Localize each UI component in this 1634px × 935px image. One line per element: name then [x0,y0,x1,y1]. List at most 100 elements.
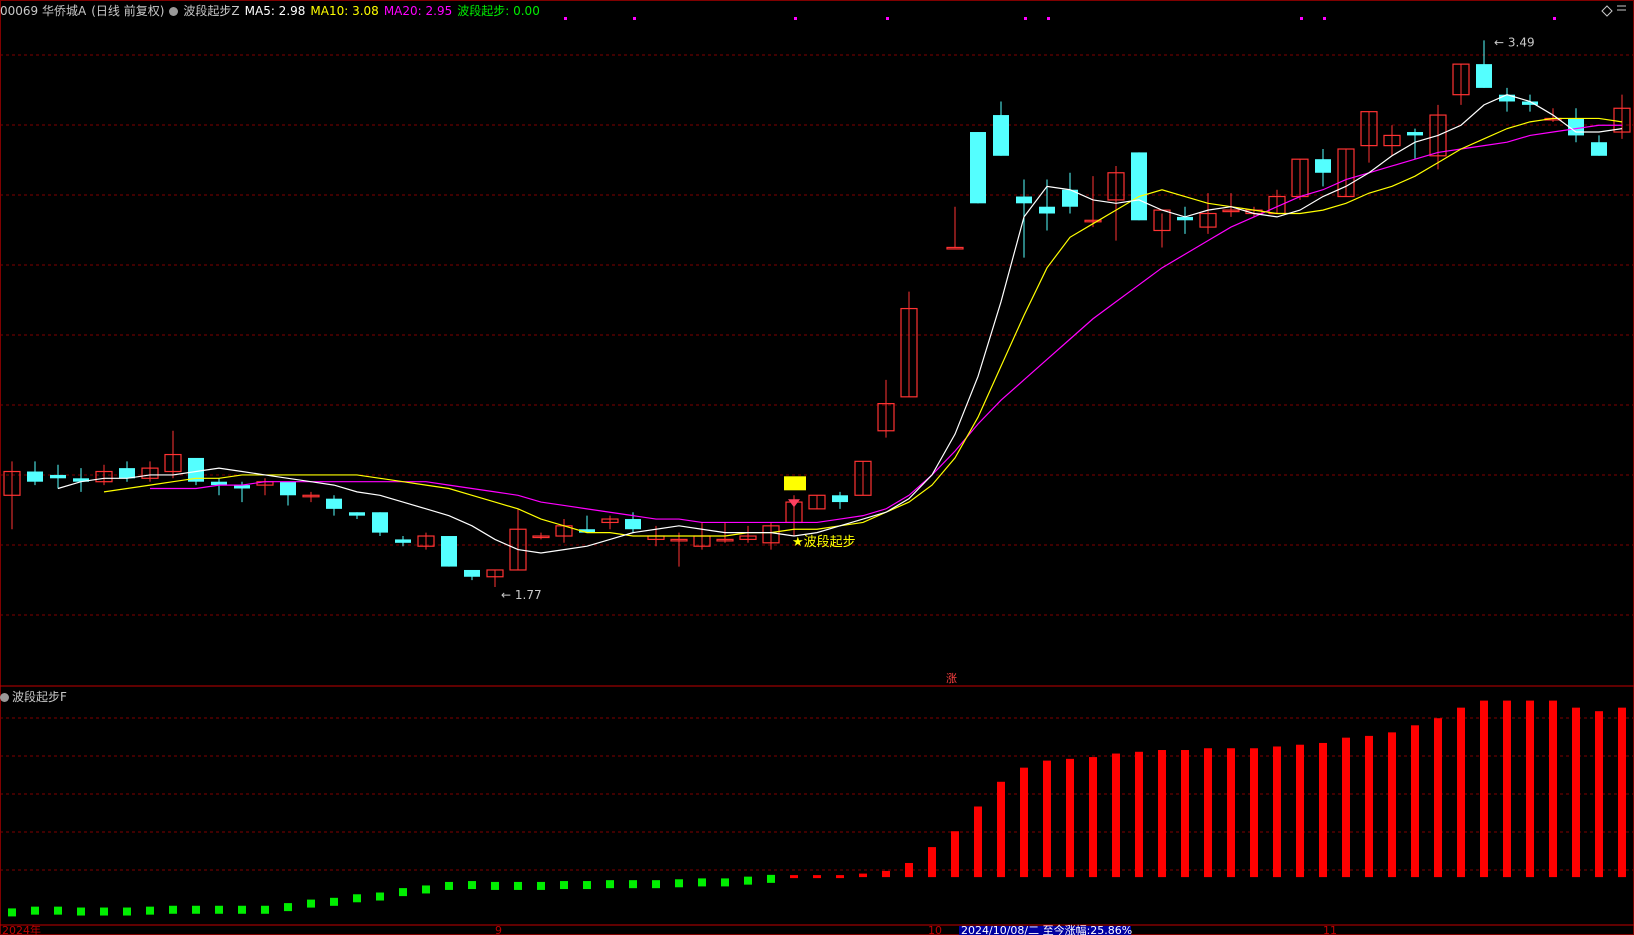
indicator-bar [652,880,660,889]
candle-body [119,468,135,479]
settings-dot-icon[interactable] [169,7,179,16]
indicator-bar [1066,758,1074,878]
candle-body [1131,152,1147,221]
candle-body [970,132,986,204]
signal-label: ★波段起步 [792,535,856,550]
signal-dot [1047,17,1050,20]
indicator-bar [1365,735,1373,878]
indicator-bar [1020,767,1028,878]
indicator-bar [537,881,545,890]
axis-label: 2024/10/08/二 至今涨幅:25.86% [961,923,1132,935]
candle-body [1407,132,1423,136]
signal-dot [1024,17,1027,20]
min-price-label: ← 1.77 [501,588,542,602]
indicator-bar [1342,737,1350,878]
candle-body [349,512,365,516]
indicator-bar [100,907,108,916]
max-price-label: ← 3.49 [1494,35,1535,49]
indicator-bar [744,876,752,885]
indicator-bar [1158,750,1166,878]
indicator-bar [859,873,867,878]
signal-dot [1323,17,1326,20]
indicator-bar [399,888,407,897]
signal-dot [564,17,567,20]
candle-body [1016,196,1032,204]
indicator-bar [905,862,913,878]
indicator-bar [1227,748,1235,878]
rise-marker: 涨 [946,672,957,685]
main-header: 00069 华侨城A (日线 前复权) 波段起步Z MA5: 2.98 MA10: 3.… [0,2,545,19]
chart-mode[interactable]: (日线 前复权) [91,4,164,18]
indicator-name[interactable]: 波段起步Z [183,4,239,18]
candle-body [1476,64,1492,88]
zoom-diamond-icon [1601,5,1613,17]
indicator-bar [1526,700,1534,878]
candle-body [1499,94,1515,102]
indicator-bar [606,880,614,889]
candle-body [441,536,457,567]
indicator-bar [1572,707,1580,878]
indicator-bar [422,885,430,894]
indicator-bar [491,881,499,890]
indicator-bar [767,874,775,883]
indicator-bar [813,875,821,879]
indicator-bar [215,905,223,914]
sub-indicator-name[interactable]: 波段起步F [12,690,67,704]
candle-body [1568,118,1584,136]
indicator-bar [261,905,269,914]
signal-dot [886,17,889,20]
indicator-bar [1457,707,1465,878]
candle-body [1315,159,1331,173]
indicator-bar [1112,753,1120,878]
indicator-bar [882,870,890,878]
indicator-bar [54,906,62,915]
candle-body [832,495,848,503]
indicator-bar [629,880,637,889]
indicator-bar [169,905,177,914]
candle-body [625,519,641,530]
indicator-bar [1480,700,1488,878]
indicator-bar [1273,746,1281,878]
sub-header: 波段起步F [0,688,67,705]
indicator-bar [721,878,729,887]
indicator-bar [1319,742,1327,878]
stock-code-name: 00069 华侨城A [0,4,87,18]
candle-body [946,246,964,250]
candle-body [50,474,66,479]
sub-settings-dot-icon[interactable] [0,693,9,702]
indicator-bar [1549,700,1557,878]
indicator-bar [974,806,982,878]
indicator-bar [514,881,522,890]
indicator-bar [123,907,131,916]
indicator-bar [330,897,338,906]
indicator-bar [376,892,384,901]
indicator-bar [1503,700,1511,878]
indicator-bar [146,906,154,915]
axis-label: 9 [495,924,502,935]
candle-body [1591,142,1607,156]
indicator-bar [790,875,798,879]
axis-label: 11 [1323,924,1337,935]
candlestick-series [3,40,1631,587]
indicator-bar [560,881,568,890]
indicator-bar [77,907,85,916]
ma5-readout: MA5: 2.98 [244,4,306,18]
indicator-bar [1618,707,1626,878]
candle-body [1039,206,1055,214]
indicator-bar [698,878,706,887]
indicator-bar [951,831,959,878]
candle-body [464,569,480,577]
indicator-bar [1181,750,1189,878]
candle-body [372,512,388,533]
indicator-bar [307,899,315,908]
signal-dot [633,17,636,20]
bdqb-readout: 波段起步: 0.00 [457,4,540,18]
axis-label: 10 [928,924,942,935]
indicator-bar [1043,760,1051,878]
candle-body [326,498,342,509]
indicator-bar [928,847,936,878]
stock-chart: ← 3.49 ← 1.77 ★波段起步涨 2024年 9 10 2024/10/08/二 至… [0,0,1634,935]
signal-dot [1300,17,1303,20]
ma20-line [150,124,1622,524]
chart-annotations: ← 3.49 ← 1.77 ★波段起步涨 2024年 9 10 2024/10/08/二 至… [2,5,1626,935]
